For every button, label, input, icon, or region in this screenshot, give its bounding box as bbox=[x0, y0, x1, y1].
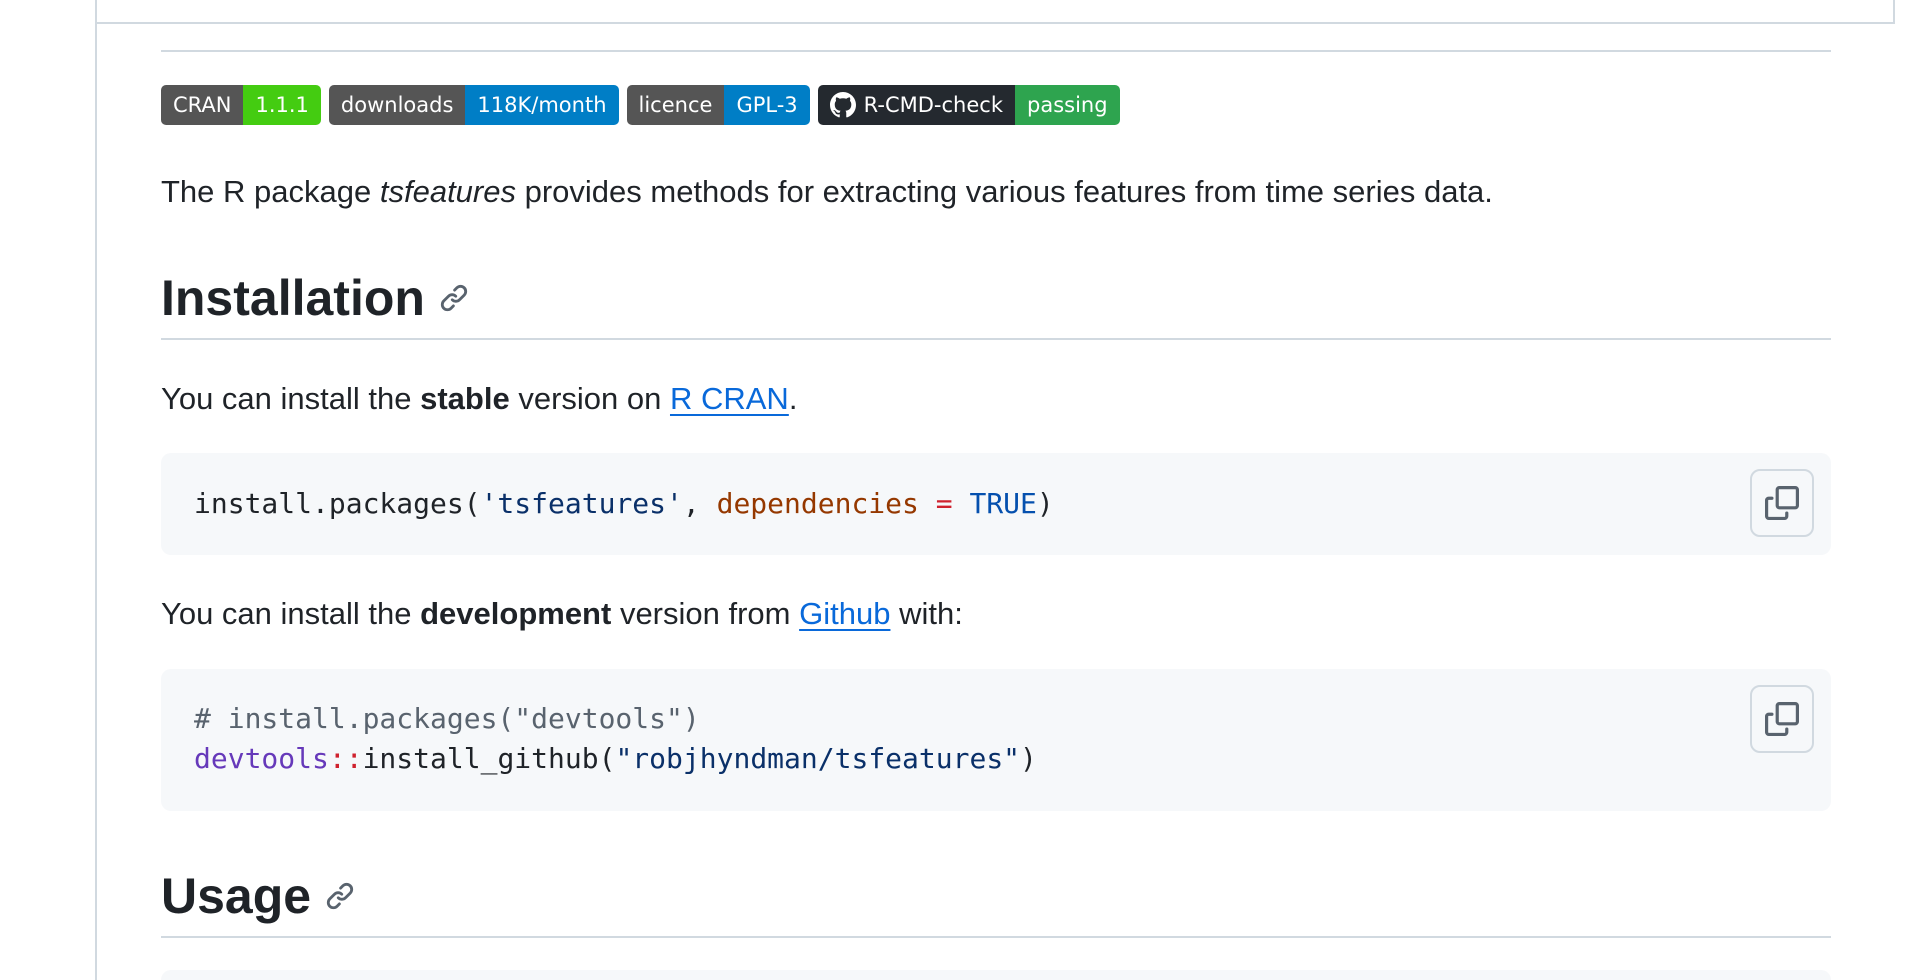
heading-text: Usage bbox=[161, 868, 312, 924]
text: with: bbox=[890, 596, 963, 631]
badge-label: licence bbox=[626, 85, 725, 125]
emphasis-stable: stable bbox=[420, 381, 510, 416]
copy-button[interactable] bbox=[1750, 469, 1814, 537]
copy-icon bbox=[1765, 702, 1799, 736]
text: You can install the bbox=[161, 596, 421, 631]
heading-installation: Installation bbox=[161, 268, 469, 328]
badge-value: 1.1.1 bbox=[243, 85, 321, 125]
heading-underline bbox=[161, 338, 1831, 340]
badge-label: R-CMD-check bbox=[863, 93, 1003, 117]
link-icon[interactable] bbox=[325, 881, 355, 911]
code-token: :: bbox=[328, 742, 363, 775]
code-token: "robjhyndman/tsfeatures" bbox=[615, 742, 1021, 775]
intro-text: provides methods for extracting various … bbox=[515, 174, 1493, 209]
badge-label: downloads bbox=[328, 85, 466, 125]
github-link[interactable]: Github bbox=[799, 596, 890, 631]
copy-button[interactable] bbox=[1750, 685, 1814, 753]
stable-install-paragraph: You can install the stable version on R … bbox=[161, 379, 797, 419]
badge-licence[interactable]: licence GPL-3 bbox=[626, 85, 810, 125]
code-token: 'tsfeatures' bbox=[480, 487, 683, 520]
text: You can install the bbox=[161, 381, 421, 416]
code-token: ) bbox=[1020, 742, 1037, 775]
code-token: , bbox=[682, 487, 717, 520]
badge-value: passing bbox=[1015, 85, 1120, 125]
code-token: ) bbox=[1036, 487, 1054, 520]
code-token: TRUE bbox=[969, 487, 1037, 520]
heading-underline bbox=[161, 936, 1831, 938]
heading-usage: Usage bbox=[161, 866, 355, 926]
text: . bbox=[788, 381, 798, 416]
code-block-cran: install.packages('tsfeatures', dependenc… bbox=[161, 453, 1831, 555]
link-icon[interactable] bbox=[439, 283, 469, 313]
emphasis-development: development bbox=[420, 596, 612, 631]
badge-downloads[interactable]: downloads 118K/month bbox=[328, 85, 619, 125]
code-token: = bbox=[918, 487, 970, 520]
badge-cran[interactable]: CRAN 1.1.1 bbox=[161, 85, 321, 125]
intro-paragraph: The R package tsfeatures provides method… bbox=[161, 172, 1493, 212]
heading-text: Installation bbox=[161, 270, 425, 326]
intro-text: The R package bbox=[161, 174, 380, 209]
page-border-left bbox=[95, 0, 97, 980]
divider bbox=[161, 50, 1831, 52]
badge-r-cmd-check[interactable]: R-CMD-check passing bbox=[817, 85, 1120, 125]
code-token: install.packages( bbox=[194, 487, 481, 520]
page-border-top bbox=[97, 22, 1895, 24]
code-block-github: # install.packages("devtools") devtools:… bbox=[161, 669, 1831, 811]
text: version on bbox=[509, 381, 670, 416]
code-line: devtools::install_github("robjhyndman/ts… bbox=[194, 739, 1037, 779]
cran-link[interactable]: R CRAN bbox=[670, 381, 789, 416]
page-border-right bbox=[1893, 0, 1895, 24]
code-block-usage bbox=[161, 970, 1831, 980]
github-icon bbox=[829, 92, 856, 118]
badge-value: GPL-3 bbox=[724, 85, 810, 125]
package-name: tsfeatures bbox=[379, 174, 516, 209]
badge-value: 118K/month bbox=[465, 85, 619, 125]
code-token: devtools bbox=[194, 742, 329, 775]
text: version from bbox=[611, 596, 800, 631]
copy-icon bbox=[1765, 486, 1799, 520]
code-token: dependencies bbox=[716, 487, 919, 520]
badge-row: CRAN 1.1.1 downloads 118K/month licence … bbox=[161, 85, 1120, 125]
dev-install-paragraph: You can install the development version … bbox=[161, 594, 963, 634]
code-line: install.packages('tsfeatures', dependenc… bbox=[194, 484, 1054, 524]
badge-label: CRAN bbox=[161, 85, 244, 125]
badge-label-wrap: R-CMD-check bbox=[817, 85, 1015, 125]
code-line-comment: # install.packages("devtools") bbox=[194, 702, 700, 735]
code-token: install_github( bbox=[362, 742, 616, 775]
